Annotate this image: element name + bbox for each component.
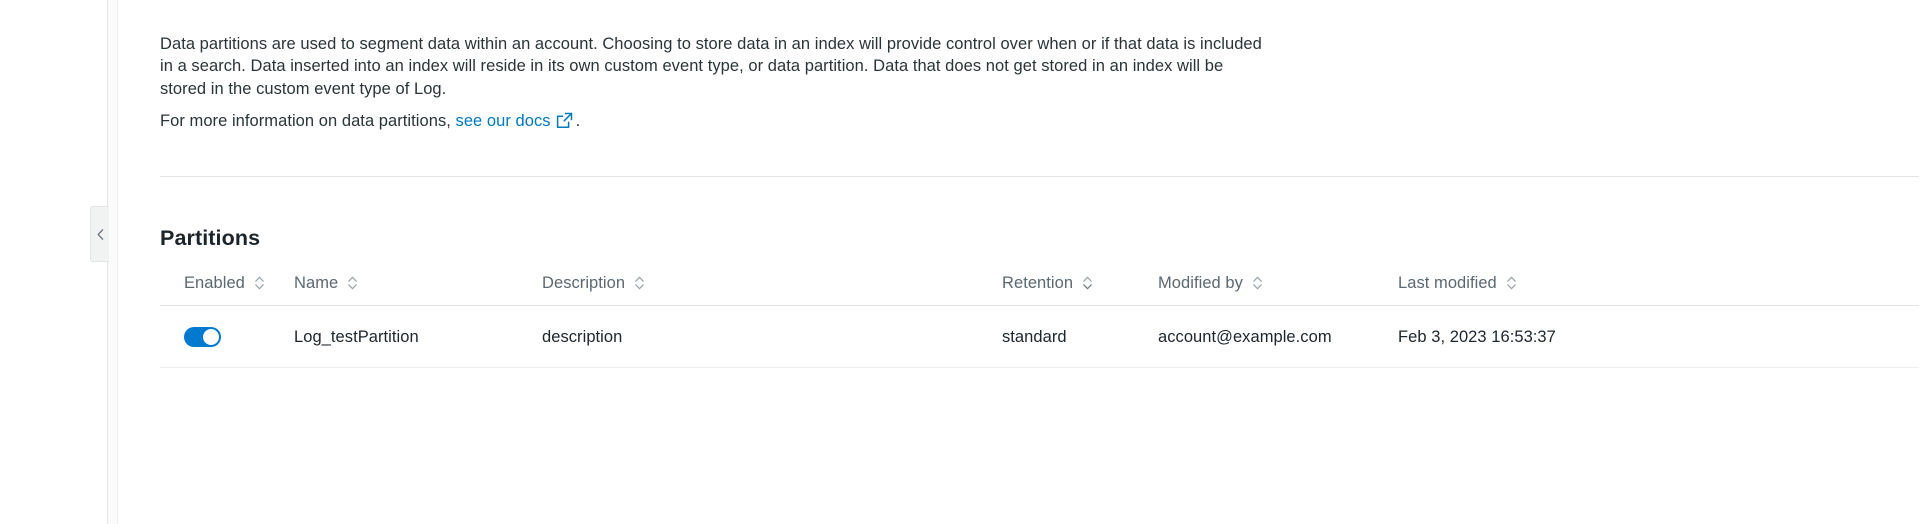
column-header-enabled[interactable]: Enabled [184, 260, 294, 306]
sort-chevrons-icon[interactable] [1506, 275, 1517, 291]
partitions-table: Enabled Name Description Retention Modif… [160, 260, 1920, 368]
table-header-row: Enabled Name Description Retention Modif… [160, 260, 1920, 306]
column-header-name-label: Name [294, 273, 339, 292]
column-header-enabled-label: Enabled [184, 273, 245, 292]
toggle-knob [203, 329, 219, 345]
sort-chevrons-icon[interactable] [1082, 275, 1093, 291]
external-link-icon[interactable] [556, 112, 573, 129]
column-header-retention-label: Retention [1002, 273, 1074, 292]
toggle-on-icon[interactable] [184, 327, 221, 347]
column-header-description-label: Description [542, 273, 626, 292]
column-header-description[interactable]: Description [542, 260, 982, 306]
cell-modified-by: account@example.com [1158, 327, 1332, 346]
cell-retention: standard [1002, 327, 1067, 346]
chevron-left-icon [97, 228, 104, 240]
see-our-docs-link[interactable]: see our docs [456, 112, 551, 130]
section-divider [160, 176, 1920, 177]
docs-line-suffix: . [575, 112, 581, 130]
docs-line-prefix: For more information on data partitions, [160, 112, 451, 130]
table-row[interactable]: Log_testPartition description standard a… [160, 306, 1920, 368]
page-title: Partitions [160, 225, 261, 250]
sort-chevrons-icon[interactable] [254, 275, 265, 291]
cell-description: description [542, 327, 623, 346]
left-rail [0, 0, 108, 524]
cell-name: Log_testPartition [294, 327, 419, 346]
cell-enabled [184, 306, 294, 368]
sort-chevrons-icon[interactable] [1252, 275, 1263, 291]
sort-chevrons-icon[interactable] [634, 275, 645, 291]
column-header-modified-by-label: Modified by [1158, 273, 1243, 292]
docs-line: For more information on data partitions,… [160, 110, 580, 133]
sort-chevrons-icon[interactable] [347, 275, 358, 291]
column-header-retention[interactable]: Retention [1002, 260, 1152, 306]
cell-last-modified: Feb 3, 2023 16:53:37 [1398, 327, 1556, 346]
intro-paragraph: Data partitions are used to segment data… [160, 34, 1262, 98]
app-screen: Data partitions are used to segment data… [0, 0, 1920, 524]
sidebar-collapse-button[interactable] [90, 206, 109, 262]
main-content: Data partitions are used to segment data… [118, 0, 1920, 524]
column-header-last-modified-label: Last modified [1398, 273, 1497, 292]
rail-divider-left [107, 0, 108, 524]
rail-gap [108, 0, 117, 524]
column-header-name[interactable]: Name [294, 260, 534, 306]
column-header-last-modified[interactable]: Last modified [1398, 260, 1728, 306]
column-header-modified-by[interactable]: Modified by [1158, 260, 1398, 306]
